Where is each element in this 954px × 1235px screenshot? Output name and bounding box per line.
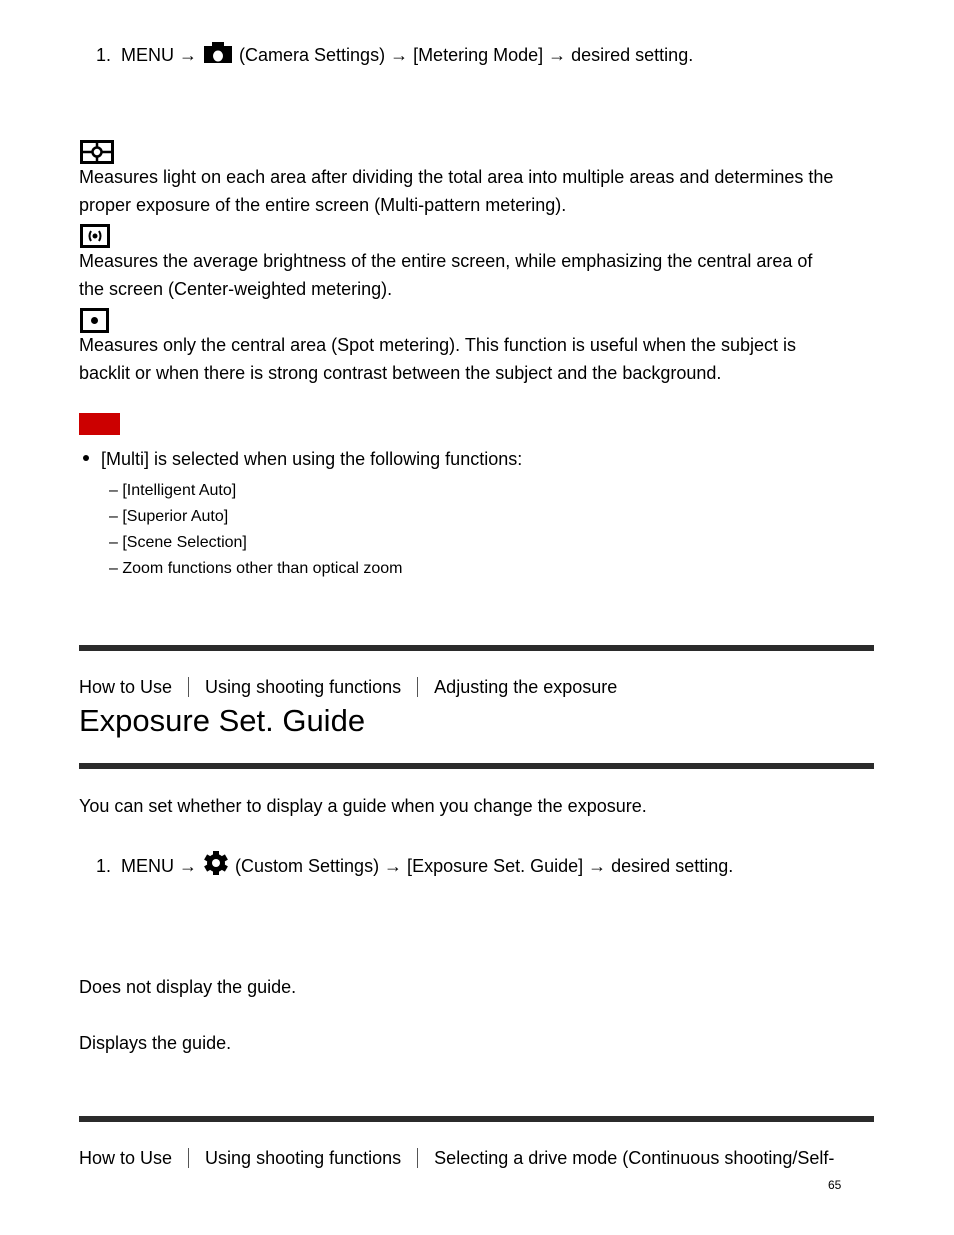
- description-line: Measures light on each area after dividi…: [79, 167, 834, 187]
- description-line: proper exposure of the entire screen (Mu…: [79, 195, 567, 215]
- breadcrumb: How to Use Using shooting functions Sele…: [79, 1147, 834, 1169]
- breadcrumb-item[interactable]: How to Use: [79, 676, 172, 698]
- breadcrumb-separator: [417, 677, 419, 697]
- section-divider: [79, 763, 874, 769]
- breadcrumb: How to Use Using shooting functions Adju…: [79, 676, 617, 698]
- breadcrumb-item[interactable]: Selecting a drive mode (Continuous shoot…: [434, 1147, 834, 1169]
- option-description: Measures light on each area after dividi…: [79, 163, 879, 219]
- note-sub-item: – [Intelligent Auto]: [109, 482, 237, 499]
- menu-step: 1. MENU → (Camera Settings) → [Metering …: [96, 40, 693, 69]
- breadcrumb-item[interactable]: How to Use: [79, 1147, 172, 1169]
- step-suffix: (Custom Settings) → [Exposure Set. Guide…: [235, 855, 734, 876]
- breadcrumb-item[interactable]: Using shooting functions: [205, 676, 401, 698]
- description-line: backlit or when there is strong contrast…: [79, 363, 722, 383]
- camera-icon: [203, 40, 233, 69]
- note-label: [79, 413, 120, 435]
- step-number: 1.: [96, 855, 112, 876]
- note-sub-item: – [Scene Selection]: [109, 534, 247, 551]
- page-title: Exposure Set. Guide: [79, 703, 366, 738]
- description-line: Measures the average brightness of the e…: [79, 251, 813, 271]
- intro-text: You can set whether to display a guide w…: [79, 796, 647, 816]
- bullet-icon: [83, 455, 89, 462]
- step-suffix: (Camera Settings) → [Metering Mode] → de…: [239, 44, 694, 65]
- description-line: the screen (Center-weighted metering).: [79, 279, 393, 299]
- page-number: 65: [828, 1178, 842, 1192]
- breadcrumb-item[interactable]: Adjusting the exposure: [434, 676, 617, 698]
- gear-icon: [203, 850, 229, 881]
- section-divider: [79, 645, 874, 651]
- note-sub-item: – [Superior Auto]: [109, 508, 229, 525]
- bullet-text: [Multi] is selected when using the follo…: [101, 449, 523, 469]
- option-description: Measures only the central area (Spot met…: [79, 331, 879, 387]
- breadcrumb-separator: [188, 1148, 190, 1168]
- description-line: Measures only the central area (Spot met…: [79, 335, 797, 355]
- option-description: Displays the guide.: [79, 1033, 232, 1053]
- step-prefix: MENU →: [121, 855, 198, 876]
- breadcrumb-item[interactable]: Using shooting functions: [205, 1147, 401, 1169]
- option-description: Does not display the guide.: [79, 977, 297, 997]
- note-sub-item: – Zoom functions other than optical zoom: [109, 560, 403, 577]
- breadcrumb-separator: [188, 677, 190, 697]
- step-number: 1.: [96, 44, 112, 65]
- breadcrumb-separator: [417, 1148, 419, 1168]
- step-prefix: MENU →: [121, 44, 198, 65]
- note-bullet: [Multi] is selected when using the follo…: [83, 448, 522, 470]
- menu-step: 1. MENU → (Custom Settings) → [Exposure …: [96, 850, 733, 881]
- section-divider: [79, 1116, 874, 1122]
- option-description: Measures the average brightness of the e…: [79, 247, 879, 303]
